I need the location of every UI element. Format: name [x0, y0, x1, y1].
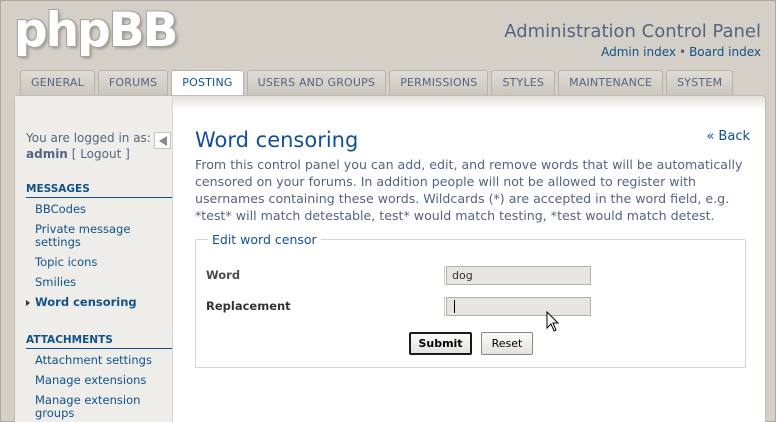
- acp-title: Administration Control Panel: [504, 21, 761, 42]
- edit-word-censor-form: Edit word censor Word Replacement Submit…: [195, 232, 746, 368]
- sidebar-item-manage-extension-groups[interactable]: Manage extension groups: [35, 394, 169, 420]
- link-separator: •: [679, 45, 687, 59]
- acp-window: phpBB Administration Control Panel Admin…: [0, 0, 776, 422]
- tab-styles[interactable]: STYLES: [491, 70, 556, 95]
- logged-in-label: You are logged in as:: [26, 131, 151, 145]
- tab-permissions[interactable]: PERMISSIONS: [389, 70, 489, 95]
- tab-general[interactable]: GENERAL: [20, 70, 95, 95]
- menu-heading-attachments: ATTACHMENTS: [26, 334, 172, 349]
- submit-button[interactable]: Submit: [409, 332, 472, 355]
- board-index-link[interactable]: Board index: [689, 45, 761, 59]
- sidebar-item-label: Word censoring: [35, 295, 137, 309]
- replacement-label: Replacement: [206, 299, 291, 313]
- username: admin: [26, 147, 68, 161]
- sidebar-item-manage-extensions[interactable]: Manage extensions: [35, 374, 169, 387]
- word-divider: [444, 266, 445, 286]
- menu-heading-messages: MESSAGES: [26, 183, 172, 198]
- sidebar-item-private-message-settings[interactable]: Private message settings: [35, 223, 169, 249]
- sidebar-item-topic-icons[interactable]: Topic icons: [35, 256, 169, 269]
- acp-tabs: GENERAL FORUMS POSTING USERS AND GROUPS …: [20, 70, 734, 96]
- tab-posting[interactable]: POSTING: [171, 70, 244, 96]
- word-label: Word: [206, 268, 241, 282]
- tab-users-and-groups[interactable]: USERS AND GROUPS: [246, 70, 387, 95]
- reset-button[interactable]: Reset: [481, 332, 533, 355]
- admin-index-link[interactable]: Admin index: [601, 45, 676, 59]
- mouse-pointer-icon: [546, 311, 560, 332]
- back-link[interactable]: « Back: [706, 129, 750, 144]
- logout-link[interactable]: Logout: [80, 147, 121, 161]
- logout-bracket-close: ]: [125, 147, 130, 161]
- sidebar-item-smilies[interactable]: Smilies: [35, 276, 169, 289]
- replacement-divider: [444, 297, 445, 317]
- page-title: Word censoring: [195, 128, 359, 152]
- login-info: You are logged in as: admin [ Logout ]: [26, 130, 151, 162]
- phpbb-logo[interactable]: phpBB: [14, 5, 178, 57]
- tab-forums[interactable]: FORUMS: [97, 70, 169, 95]
- form-legend: Edit word censor: [208, 232, 321, 247]
- page-description: From this control panel you can add, edi…: [195, 157, 743, 223]
- text-caret: [454, 300, 455, 313]
- header-links: Admin index • Board index: [601, 45, 761, 59]
- tab-system[interactable]: SYSTEM: [666, 70, 734, 95]
- logout-bracket-open: [: [71, 147, 77, 161]
- sidebar-item-bbcodes[interactable]: BBCodes: [35, 203, 169, 216]
- tab-maintenance[interactable]: MAINTENANCE: [558, 70, 664, 95]
- sidebar-item-attachment-settings[interactable]: Attachment settings: [35, 354, 169, 367]
- word-input[interactable]: [446, 266, 591, 285]
- replacement-input[interactable]: [446, 297, 591, 316]
- sidebar-item-word-censoring[interactable]: Word censoring: [26, 295, 169, 309]
- content-area: Word censoring « Back From this control …: [195, 96, 760, 422]
- sidebar: You are logged in as: admin [ Logout ] M…: [15, 96, 173, 422]
- collapse-menu-icon[interactable]: [154, 132, 171, 149]
- main-panel: You are logged in as: admin [ Logout ] M…: [14, 95, 766, 422]
- active-bullet-icon: [26, 300, 30, 306]
